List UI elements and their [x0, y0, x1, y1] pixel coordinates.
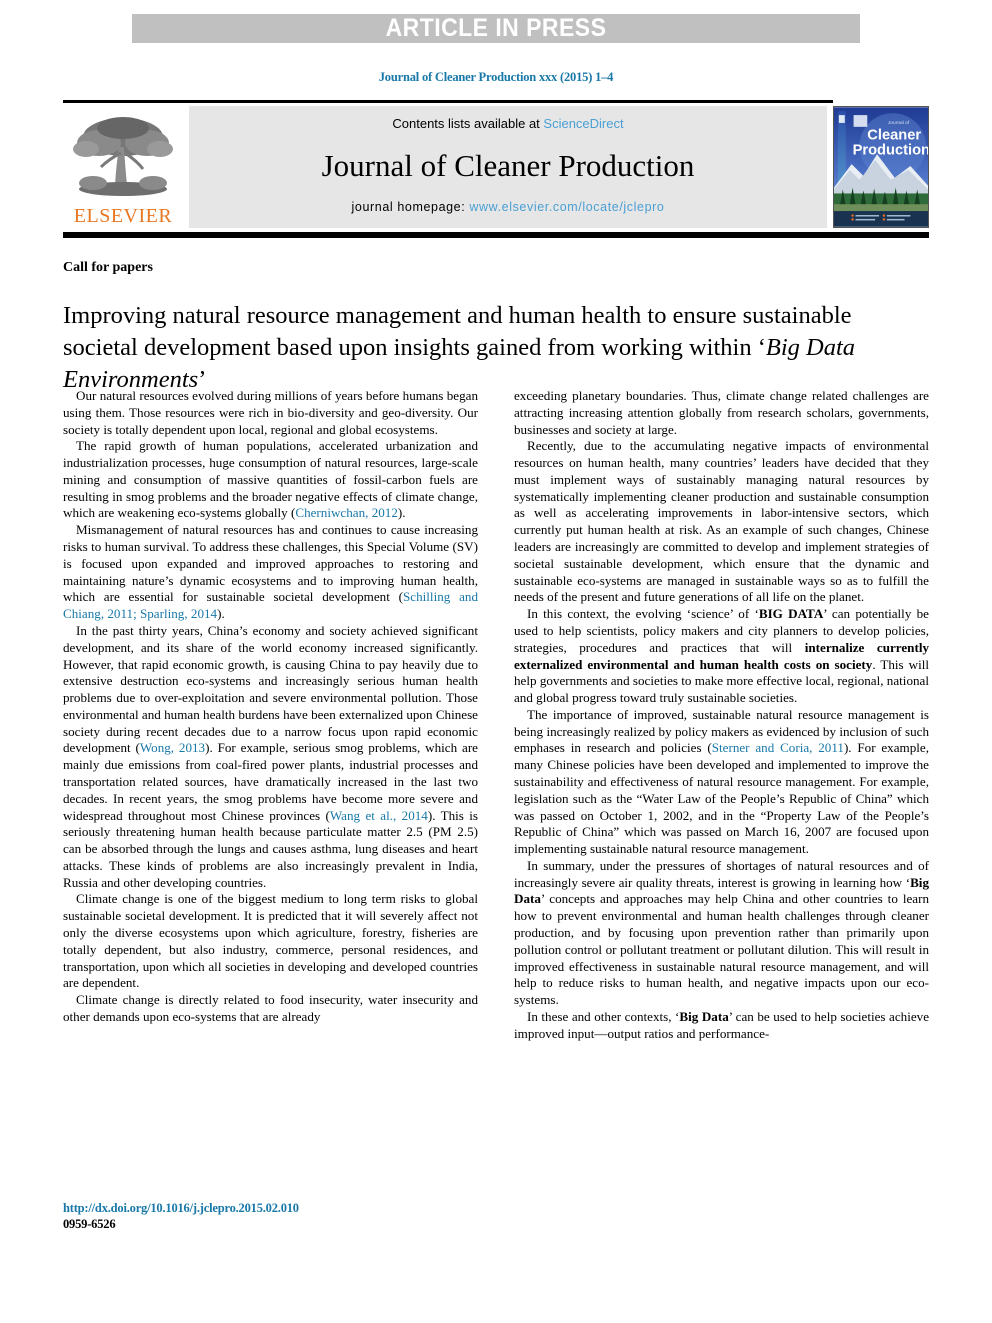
body-paragraph: Recently, due to the accumulating negati… [514, 438, 929, 606]
body-paragraph: In the past thirty years, China’s econom… [63, 623, 478, 892]
elsevier-tree-icon [73, 117, 173, 196]
contents-prefix-label: Contents lists available at [392, 116, 544, 131]
masthead-center-panel: Contents lists available at ScienceDirec… [189, 106, 827, 228]
masthead-top-rule [63, 100, 833, 103]
article-title-part-1: Improving natural resource management an… [63, 302, 852, 361]
paragraph-text: ). For example, many Chinese policies ha… [514, 740, 929, 857]
body-paragraph: exceeding planetary boundaries. Thus, cl… [514, 388, 929, 438]
body-paragraph: Climate change is one of the biggest med… [63, 891, 478, 992]
journal-homepage-link[interactable]: www.elsevier.com/locate/jclepro [469, 200, 664, 214]
right-column: exceeding planetary boundaries. Thus, cl… [514, 388, 929, 1042]
elsevier-logo-block: ELSEVIER [63, 106, 183, 228]
homepage-prefix-label: journal homepage: [351, 200, 470, 214]
body-paragraph: The importance of improved, sustainable … [514, 707, 929, 858]
paragraph-text: In summary, under the pressures of short… [514, 857, 929, 890]
journal-masthead: ELSEVIER Contents lists available at Sci… [63, 100, 929, 238]
article-in-press-banner: ARTICLE IN PRESS [132, 14, 860, 43]
citation-link[interactable]: Sterner and Coria, 2011 [712, 740, 844, 755]
paragraph-text: In the past thirty years, China’s econom… [63, 622, 478, 756]
svg-text:Journal of: Journal of [888, 120, 910, 126]
journal-cover-image: Journal of Cleaner Production [833, 106, 929, 228]
masthead-body: ELSEVIER Contents lists available at Sci… [63, 106, 929, 228]
article-footer: http://dx.doi.org/10.1016/j.jclepro.2015… [63, 1201, 483, 1232]
paragraph-text: exceeding planetary boundaries. Thus, cl… [514, 388, 929, 437]
paragraph-text: Our natural resources evolved during mil… [63, 388, 478, 437]
masthead-bottom-rule [63, 232, 929, 238]
citation-link[interactable]: Wong, 2013 [140, 740, 205, 755]
emphasis-text: BIG DATA [758, 606, 824, 622]
article-in-press-label: ARTICLE IN PRESS [385, 14, 607, 42]
paragraph-text: Climate change is one of the biggest med… [63, 891, 478, 991]
citation-link[interactable]: Wang et al., 2014 [330, 808, 428, 823]
journal-citation-line: Journal of Cleaner Production xxx (2015)… [378, 70, 614, 84]
body-paragraph: Climate change is directly related to fo… [63, 992, 478, 1026]
sciencedirect-link[interactable]: ScienceDirect [543, 116, 623, 131]
article-title: Improving natural resource management an… [63, 300, 929, 396]
left-column: Our natural resources evolved during mil… [63, 388, 478, 1042]
body-paragraph: The rapid growth of human populations, a… [63, 438, 478, 522]
body-paragraph: In these and other contexts, ‘Big Data’ … [514, 1009, 929, 1043]
paragraph-text: ’ concepts and approaches may help China… [514, 891, 929, 1008]
citation-link[interactable]: Cherniwchan, 2012 [295, 505, 398, 520]
doi-link[interactable]: http://dx.doi.org/10.1016/j.jclepro.2015… [63, 1201, 483, 1217]
svg-text:Production: Production [853, 142, 929, 158]
paragraph-text: In this context, the evolving ‘science’ … [527, 606, 759, 622]
journal-cover-block: Journal of Cleaner Production [833, 106, 929, 228]
paragraph-text: ). [397, 505, 406, 521]
paragraph-text: The rapid growth of human populations, a… [63, 438, 478, 521]
contents-list-line: Contents lists available at ScienceDirec… [392, 116, 623, 131]
paragraph-text: Recently, due to the accumulating negati… [514, 438, 929, 605]
journal-title: Journal of Cleaner Production [321, 148, 695, 183]
article-body: Our natural resources evolved during mil… [63, 388, 929, 1042]
body-paragraph: In this context, the evolving ‘science’ … [514, 606, 929, 707]
paragraph-text: ). [217, 606, 225, 622]
body-paragraph: Mismanagement of natural resources has a… [63, 522, 478, 623]
paragraph-text: Climate change is directly related to fo… [63, 992, 478, 1024]
emphasis-text: Big Data [679, 1008, 729, 1024]
paragraph-text: In these and other contexts, ‘ [527, 1008, 680, 1024]
body-paragraph: In summary, under the pressures of short… [514, 858, 929, 1009]
issn-label: 0959-6526 [63, 1216, 116, 1231]
section-label: Call for papers [63, 260, 153, 275]
svg-text:Cleaner: Cleaner [867, 128, 921, 144]
journal-homepage-line: journal homepage: www.elsevier.com/locat… [352, 200, 665, 214]
elsevier-wordmark: ELSEVIER [73, 205, 173, 227]
body-paragraph: Our natural resources evolved during mil… [63, 388, 478, 438]
